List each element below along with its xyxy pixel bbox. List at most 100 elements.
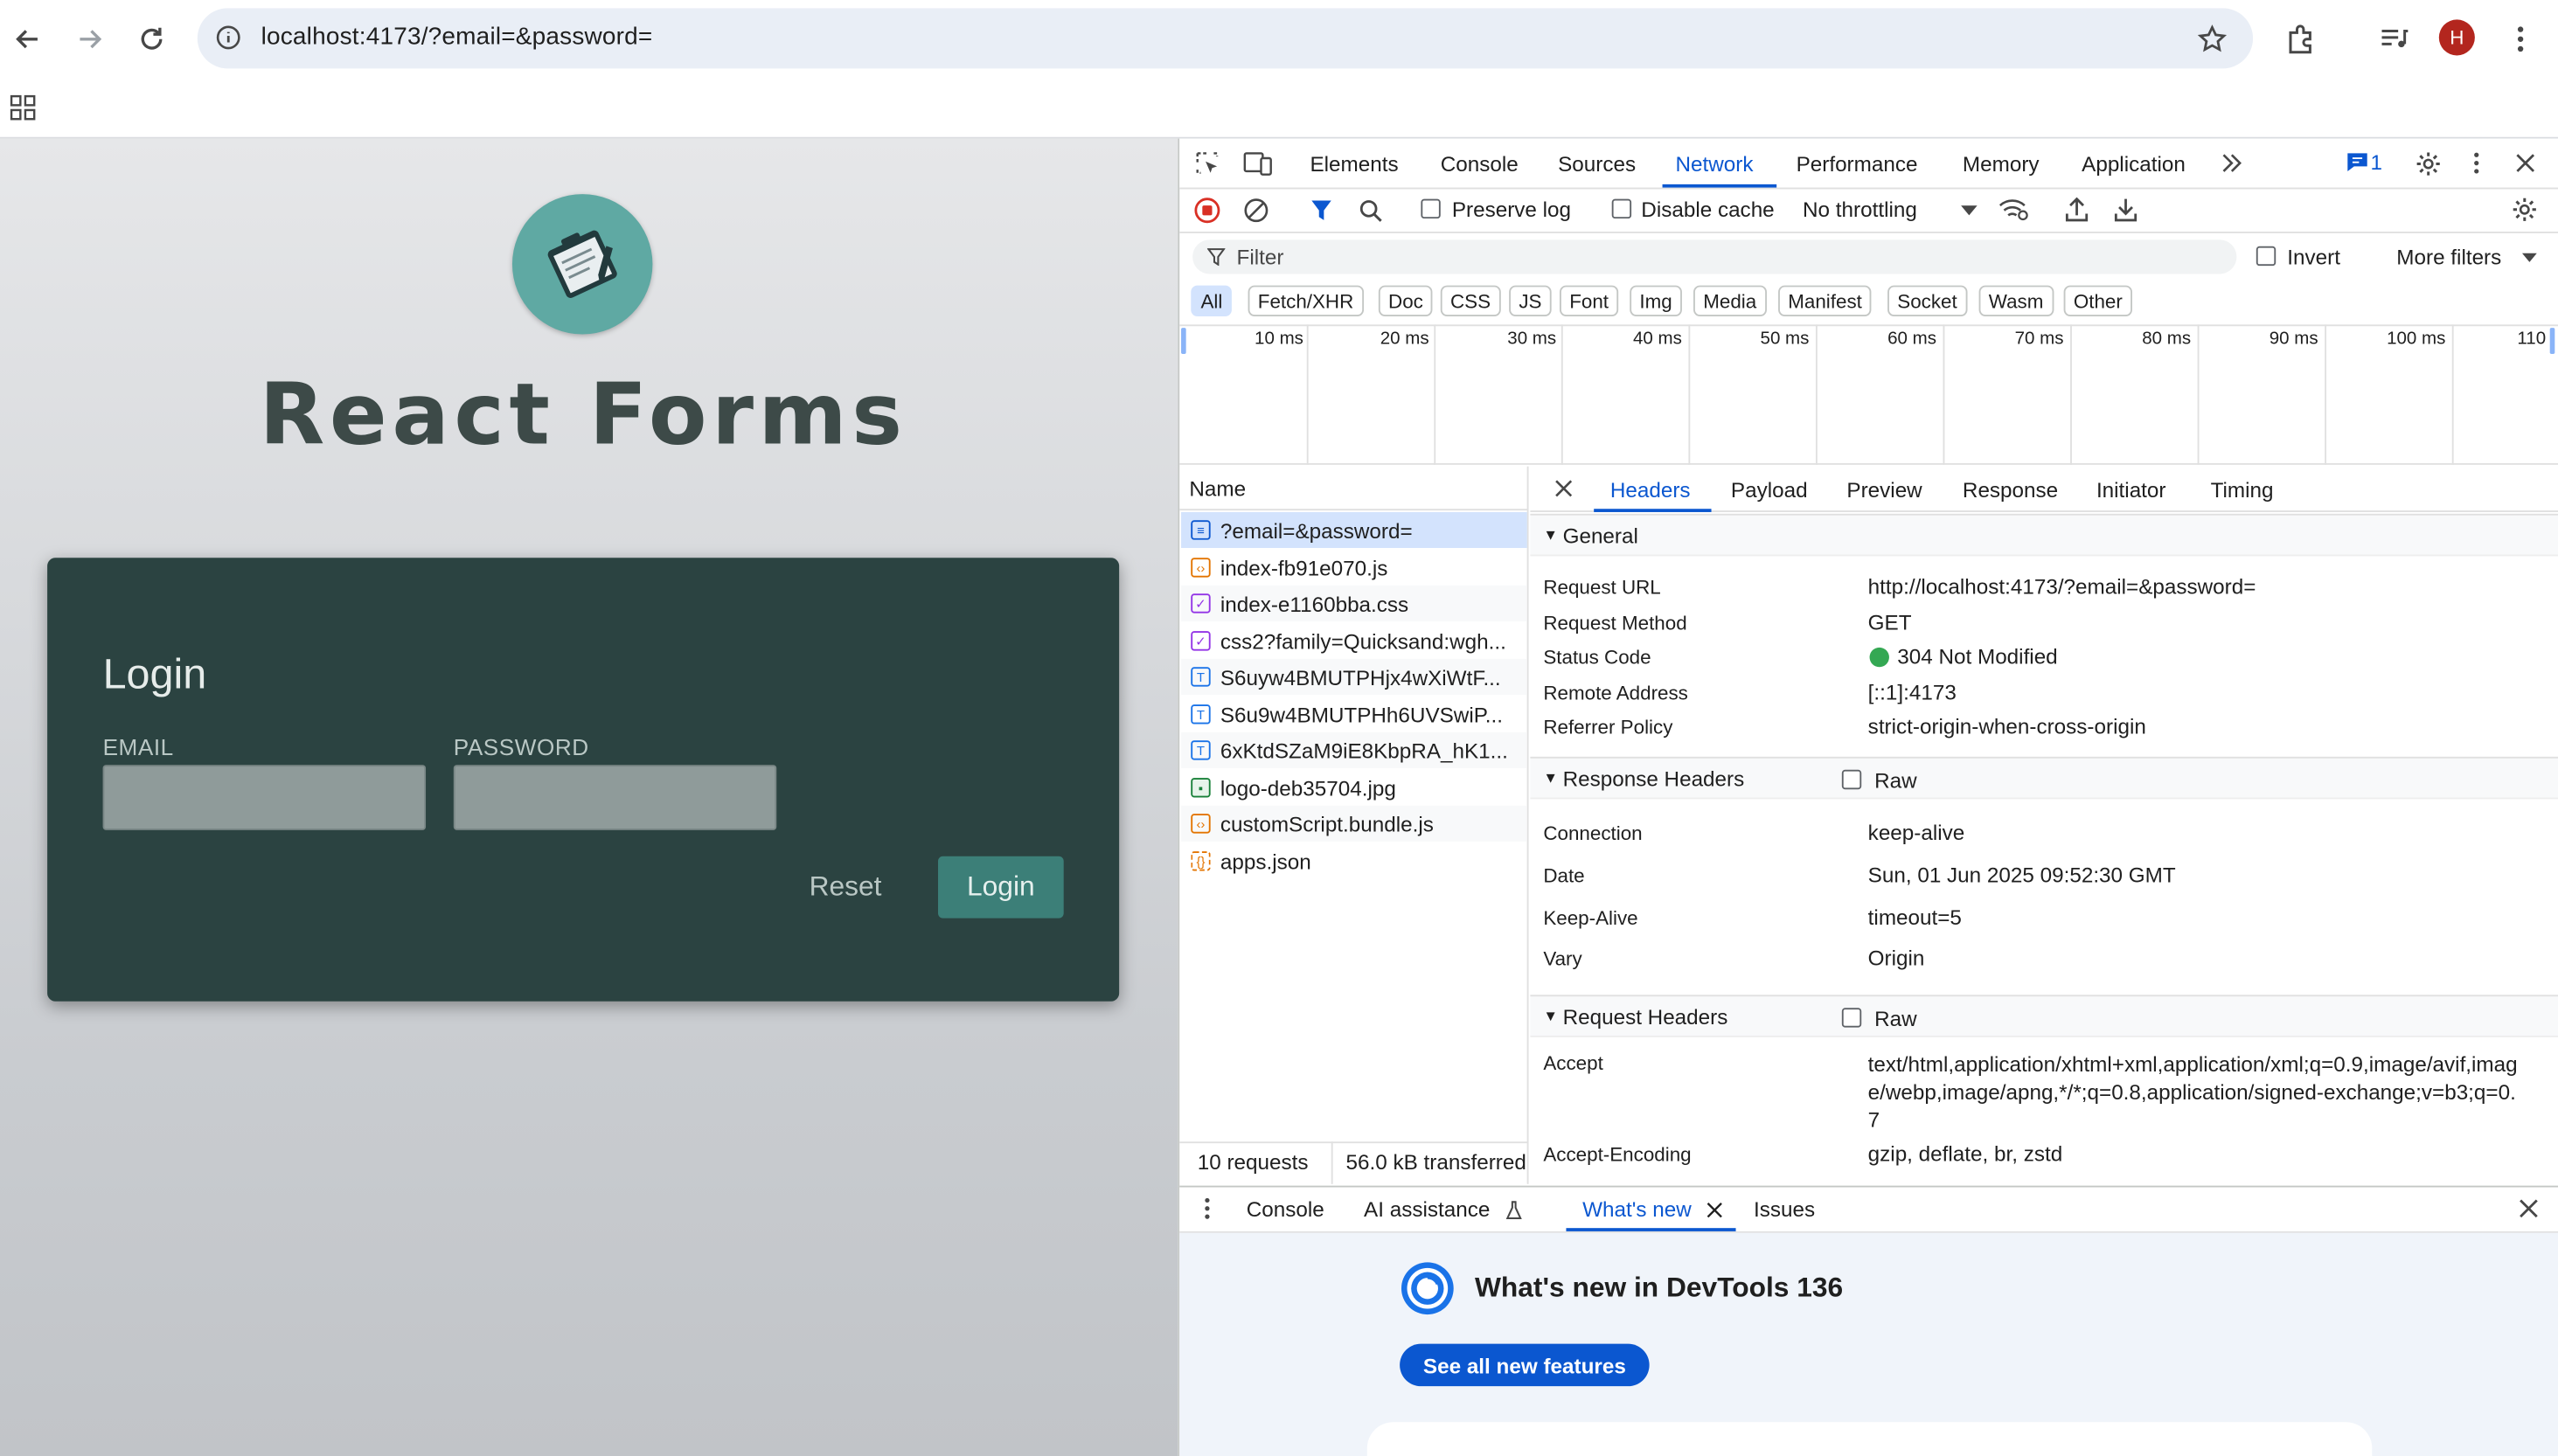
page-title: React Forms — [259, 366, 907, 465]
general-section-header[interactable]: ▼ General — [1530, 513, 2558, 557]
devtools-menu-icon[interactable] — [2464, 149, 2490, 178]
close-tab-icon[interactable] — [1705, 1200, 1724, 1219]
issues-count[interactable]: 1 — [2370, 150, 2382, 175]
request-row[interactable]: {} apps.json — [1181, 843, 1527, 879]
more-filters-dropdown[interactable]: More filters — [2396, 245, 2501, 269]
close-detail-icon[interactable] — [1552, 476, 1574, 499]
tab-performance[interactable]: Performance — [1797, 152, 1918, 177]
preserve-log-checkbox[interactable] — [1421, 198, 1441, 219]
tab-preview[interactable]: Preview — [1846, 478, 1922, 503]
more-tabs-icon[interactable] — [2219, 150, 2245, 177]
type-filter-all[interactable]: All — [1191, 285, 1233, 317]
type-filter-css[interactable]: CSS — [1440, 285, 1501, 317]
close-drawer-icon[interactable] — [2517, 1197, 2540, 1220]
import-har-icon[interactable] — [2062, 194, 2092, 224]
type-filter-socket[interactable]: Socket — [1887, 285, 1967, 317]
drawer-tab-issues[interactable]: Issues — [1754, 1197, 1815, 1222]
timeline-tick: 110 — [2517, 329, 2547, 350]
request-row[interactable]: T 6xKtdSZaM9iE8KbpRA_hK1... — [1181, 731, 1527, 768]
request-row[interactable]: ✓ index-e1160bba.css — [1181, 585, 1527, 621]
request-row[interactable]: ≡ ?email=&password= — [1181, 511, 1527, 549]
tab-initiator[interactable]: Initiator — [2096, 478, 2166, 503]
browser-menu-icon[interactable] — [2499, 18, 2542, 61]
header-key: Accept — [1543, 1051, 1603, 1075]
inspect-element-icon[interactable] — [1192, 149, 1222, 178]
timeline-right-handle[interactable] — [2549, 328, 2555, 354]
type-filter-fetch[interactable]: Fetch/XHR — [1248, 285, 1364, 317]
request-row[interactable]: ✓ css2?family=Quicksand:wgh... — [1181, 623, 1527, 659]
back-button[interactable] — [5, 17, 51, 62]
timeline-tick: 100 ms — [2387, 329, 2446, 350]
tab-console[interactable]: Console — [1441, 152, 1519, 177]
tab-response[interactable]: Response — [1963, 478, 2058, 503]
filter-placeholder: Filter — [1236, 244, 1284, 269]
drawer-tab-ai-assistance[interactable]: AI assistance — [1364, 1197, 1490, 1222]
tab-sources[interactable]: Sources — [1558, 152, 1636, 177]
raw-checkbox[interactable] — [1841, 769, 1862, 790]
request-row[interactable]: ▪ logo-deb35704.jpg — [1181, 770, 1527, 806]
dropdown-arrow-icon — [1959, 202, 1978, 218]
site-info-icon[interactable] — [215, 24, 241, 51]
type-filter-img[interactable]: Img — [1630, 285, 1682, 317]
bookmark-star-icon[interactable] — [2191, 18, 2234, 61]
reload-button[interactable] — [129, 17, 174, 62]
type-filter-manifest[interactable]: Manifest — [1778, 285, 1873, 317]
close-devtools-icon[interactable] — [2511, 149, 2541, 178]
media-controls-icon[interactable] — [2372, 18, 2415, 61]
request-row[interactable]: T S6u9w4BMUTPHh6UVSwiP... — [1181, 697, 1527, 732]
raw-checkbox[interactable] — [1841, 1008, 1862, 1028]
header-key: Vary — [1543, 947, 1582, 971]
invert-checkbox[interactable] — [2256, 246, 2276, 267]
reset-button[interactable]: Reset — [810, 870, 882, 903]
tab-memory[interactable]: Memory — [1963, 152, 2040, 177]
request-name: css2?family=Quicksand:wgh... — [1220, 628, 1506, 654]
type-filter-doc[interactable]: Doc — [1378, 285, 1434, 317]
tab-headers[interactable]: Headers — [1610, 478, 1691, 503]
tab-application[interactable]: Application — [2082, 152, 2186, 177]
request-row[interactable]: ‹› customScript.bundle.js — [1181, 805, 1527, 842]
export-har-icon[interactable] — [2111, 194, 2141, 224]
clear-log-icon[interactable] — [1241, 196, 1271, 225]
network-settings-gear-icon[interactable] — [2509, 194, 2539, 224]
tab-elements[interactable]: Elements — [1310, 152, 1398, 177]
password-field[interactable] — [453, 765, 777, 830]
filter-input[interactable] — [1192, 239, 2237, 274]
disable-cache-checkbox[interactable] — [1611, 198, 1632, 219]
type-filter-wasm[interactable]: Wasm — [1978, 285, 2054, 317]
network-conditions-icon[interactable] — [1997, 194, 2029, 224]
see-all-features-button[interactable]: See all new features — [1400, 1343, 1650, 1387]
request-row[interactable]: T S6uyw4BMUTPHjx4wXiWtF... — [1181, 658, 1527, 695]
collapse-triangle-icon: ▼ — [1543, 526, 1558, 544]
tab-timing[interactable]: Timing — [2211, 478, 2274, 503]
apps-grid-icon[interactable] — [10, 94, 36, 121]
drawer-tab-console[interactable]: Console — [1247, 1197, 1324, 1222]
type-filter-js[interactable]: JS — [1509, 285, 1552, 317]
invert-label: Invert — [2287, 244, 2340, 269]
search-icon[interactable] — [1356, 196, 1386, 225]
request-name: index-fb91e070.js — [1220, 555, 1388, 580]
throttling-select[interactable]: No throttling — [1803, 198, 1917, 222]
flask-icon — [1505, 1199, 1524, 1222]
tab-network[interactable]: Network — [1675, 152, 1753, 177]
profile-avatar[interactable]: H — [2438, 19, 2475, 56]
status-dot-icon — [1869, 647, 1889, 668]
type-filter-media[interactable]: Media — [1693, 285, 1767, 317]
drawer-tab-whats-new[interactable]: What's new — [1582, 1197, 1692, 1222]
issues-message-icon[interactable] — [2346, 150, 2368, 173]
record-stop-icon[interactable] — [1192, 196, 1222, 225]
type-filter-other[interactable]: Other — [2063, 285, 2133, 317]
type-filter-font[interactable]: Font — [1559, 285, 1619, 317]
request-headers-section-header[interactable]: ▼ Request Headers — [1530, 995, 2558, 1037]
request-row[interactable]: ‹› index-fb91e070.js — [1181, 550, 1527, 586]
extensions-icon[interactable] — [2279, 18, 2322, 61]
timeline-left-handle[interactable] — [1181, 328, 1186, 354]
device-toolbar-icon[interactable] — [1241, 149, 1274, 178]
settings-gear-icon[interactable] — [2413, 149, 2443, 178]
drawer-menu-icon[interactable] — [1198, 1196, 1217, 1222]
email-field[interactable] — [102, 765, 427, 830]
login-button[interactable]: Login — [938, 856, 1064, 919]
filter-funnel-icon[interactable] — [1307, 196, 1337, 225]
response-headers-section-header[interactable]: ▼ Response Headers — [1530, 756, 2558, 800]
forward-button[interactable] — [67, 17, 113, 62]
tab-payload[interactable]: Payload — [1731, 478, 1808, 503]
